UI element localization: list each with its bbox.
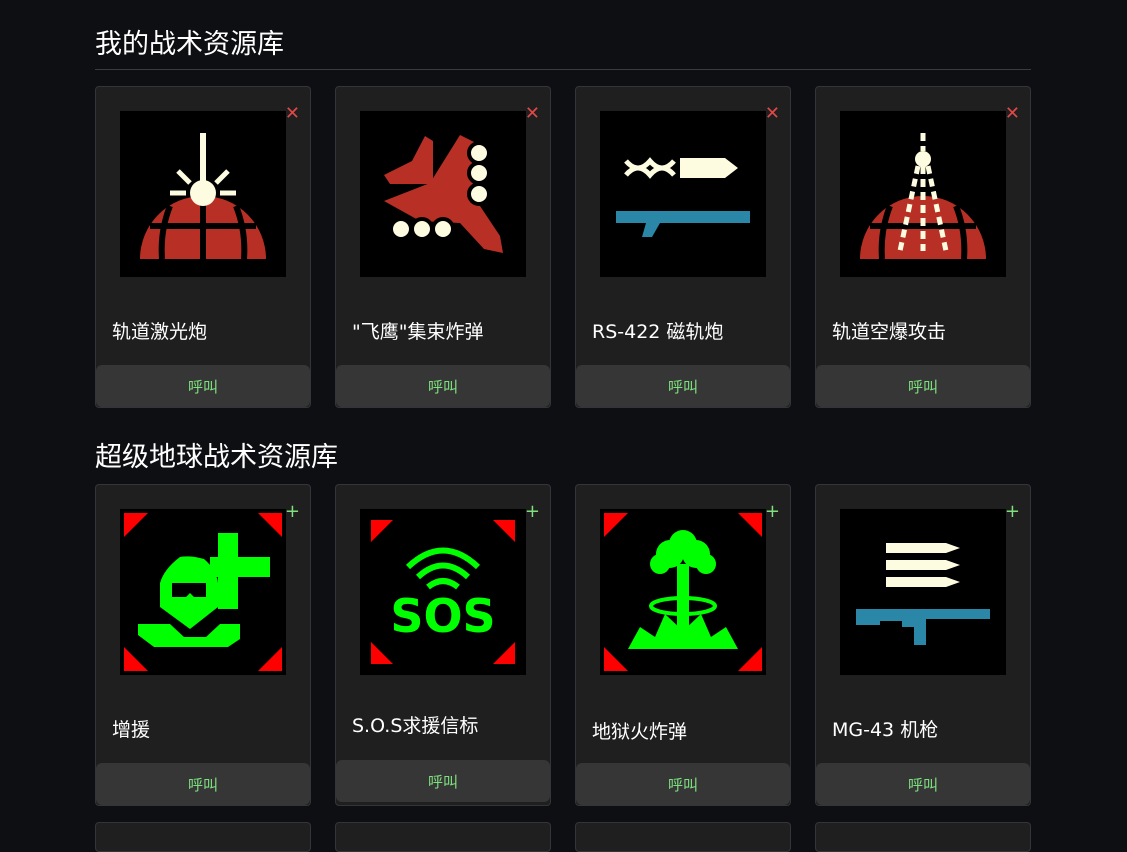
- stratagem-card: [575, 822, 791, 852]
- call-button[interactable]: 呼叫: [576, 365, 790, 407]
- stratagem-card: [815, 822, 1031, 852]
- stratagem-name: 轨道空爆攻击: [832, 321, 947, 343]
- stratagem-card: ✕ RS-422 磁轨炮 呼叫: [575, 86, 791, 408]
- remove-icon[interactable]: ✕: [765, 105, 780, 123]
- stratagem-card: + 地狱火炸弹 呼叫: [575, 484, 791, 806]
- stratagem-name: 轨道激光炮: [112, 321, 208, 343]
- remove-icon[interactable]: ✕: [285, 105, 300, 123]
- sos-beacon-icon: SOS: [360, 509, 526, 675]
- svg-text:SOS: SOS: [390, 589, 495, 643]
- add-icon[interactable]: +: [525, 503, 540, 521]
- call-button[interactable]: 呼叫: [96, 365, 310, 407]
- stratagem-card: [95, 822, 311, 852]
- call-button[interactable]: 呼叫: [96, 763, 310, 805]
- super-earth-stratagems-section: 超级地球战术资源库 + 增援 呼叫 SOS + S.O.S求援信标 呼叫 + 地…: [95, 440, 1031, 806]
- call-button[interactable]: 呼叫: [816, 365, 1030, 407]
- divider: [95, 69, 1031, 70]
- add-icon[interactable]: +: [285, 503, 300, 521]
- hellbomb-icon: [600, 509, 766, 675]
- stratagem-card: SOS + S.O.S求援信标 呼叫: [335, 484, 551, 806]
- orbital-airburst-icon: [840, 111, 1006, 277]
- call-button[interactable]: 呼叫: [816, 763, 1030, 805]
- stratagem-name: MG-43 机枪: [832, 719, 939, 741]
- reinforce-icon: [120, 509, 286, 675]
- stratagem-name: RS-422 磁轨炮: [592, 321, 724, 343]
- machine-gun-icon: [840, 509, 1006, 675]
- stratagem-card: ✕ 轨道空爆攻击 呼叫: [815, 86, 1031, 408]
- remove-icon[interactable]: ✕: [1005, 105, 1020, 123]
- stratagem-card: + MG-43 机枪 呼叫: [815, 484, 1031, 806]
- eagle-cluster-bomb-icon: [360, 111, 526, 277]
- stratagem-name: "飞鹰"集束炸弹: [352, 321, 484, 343]
- remove-icon[interactable]: ✕: [525, 105, 540, 123]
- stratagem-name: 地狱火炸弹: [592, 721, 688, 743]
- my-stratagems-section: 我的战术资源库 ✕ 轨道激光炮 呼叫 ✕ "飞鹰"集束炸弹 呼叫 ✕ RS-42…: [95, 27, 1031, 408]
- railgun-icon: [600, 111, 766, 277]
- stratagem-card: ✕ "飞鹰"集束炸弹 呼叫: [335, 86, 551, 408]
- section-title: 超级地球战术资源库: [95, 442, 338, 473]
- add-icon[interactable]: +: [1005, 503, 1020, 521]
- call-button[interactable]: 呼叫: [336, 365, 550, 407]
- section-title: 我的战术资源库: [95, 29, 284, 60]
- add-icon[interactable]: +: [765, 503, 780, 521]
- call-button[interactable]: 呼叫: [576, 763, 790, 805]
- stratagem-name: 增援: [112, 719, 151, 741]
- orbital-laser-icon: [120, 111, 286, 277]
- stratagem-card: [335, 822, 551, 852]
- stratagem-card: + 增援 呼叫: [95, 484, 311, 806]
- next-row: [95, 822, 1031, 852]
- call-button[interactable]: 呼叫: [336, 760, 550, 802]
- stratagem-card: ✕ 轨道激光炮 呼叫: [95, 86, 311, 408]
- stratagem-name: S.O.S求援信标: [352, 715, 479, 737]
